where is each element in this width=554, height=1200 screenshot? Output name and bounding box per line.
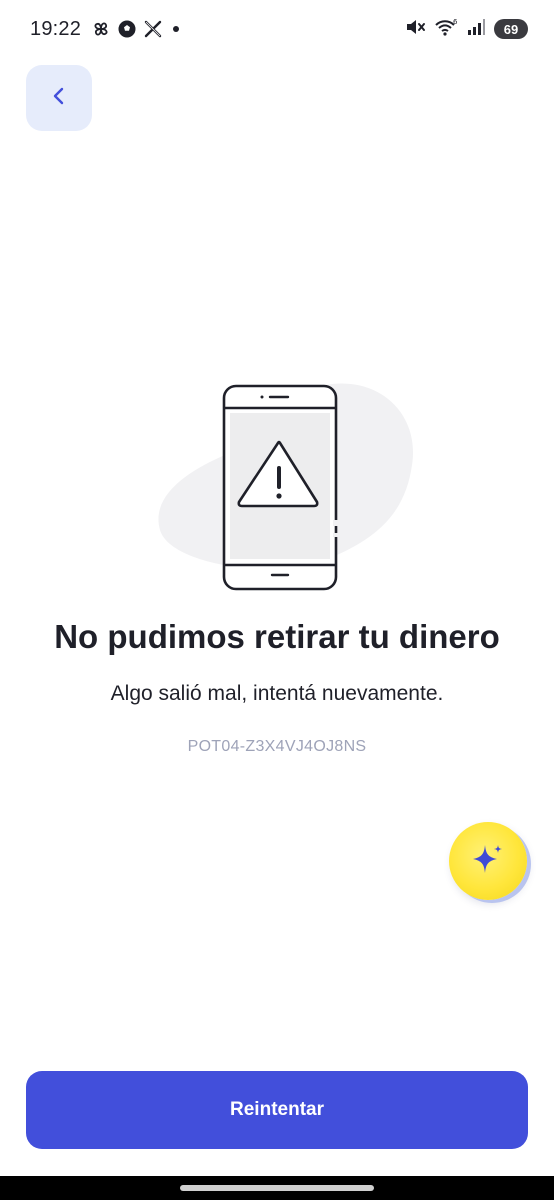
page-title: No pudimos retirar tu dinero bbox=[54, 618, 500, 655]
signal-icon bbox=[466, 17, 486, 42]
error-message: Algo salió mal, intentá nuevamente. bbox=[110, 682, 444, 705]
dot-icon bbox=[169, 19, 183, 39]
error-code: POT04-Z3X4VJ4OJ8NS bbox=[187, 738, 367, 755]
back-button[interactable] bbox=[26, 65, 92, 131]
screen: 19:22 6 69 No pudimos retirar tu dinero … bbox=[0, 0, 554, 1200]
battery-indicator: 69 bbox=[494, 19, 528, 39]
home-gesture-handle[interactable] bbox=[180, 1185, 374, 1191]
notification-icons bbox=[91, 19, 183, 39]
svg-text:6: 6 bbox=[453, 18, 458, 26]
pinwheel-icon bbox=[91, 19, 111, 39]
status-time: 19:22 bbox=[30, 17, 82, 40]
chevron-left-icon bbox=[48, 85, 70, 112]
wifi-6-icon: 6 bbox=[434, 17, 458, 42]
assistant-button[interactable] bbox=[449, 822, 527, 900]
x-logo-icon bbox=[143, 19, 163, 39]
status-right: 6 69 bbox=[404, 17, 528, 42]
retry-button[interactable]: Reintentar bbox=[26, 1071, 528, 1149]
system-nav-bar bbox=[0, 1176, 554, 1200]
status-left: 19:22 bbox=[30, 18, 183, 41]
sparkle-icon bbox=[468, 839, 508, 884]
status-bar: 19:22 6 69 bbox=[0, 0, 554, 58]
soccer-ball-icon bbox=[117, 19, 137, 39]
mute-icon bbox=[404, 17, 426, 42]
phone-warning-illustration bbox=[150, 375, 420, 595]
